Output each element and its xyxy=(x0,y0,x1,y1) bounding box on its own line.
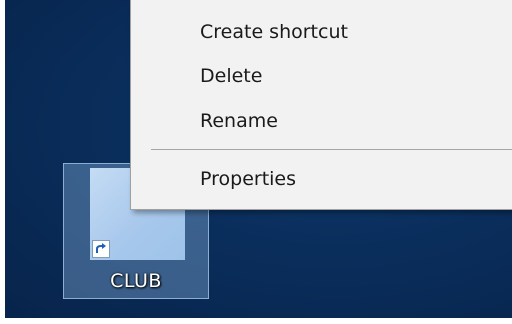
menu-separator xyxy=(151,149,512,150)
menu-item-create-shortcut[interactable]: Create shortcut xyxy=(200,17,348,47)
screenshot-border xyxy=(0,318,512,324)
shortcut-arrow-icon xyxy=(92,240,110,258)
menu-item-rename[interactable]: Rename xyxy=(200,106,278,136)
menu-item-properties[interactable]: Properties xyxy=(200,164,296,194)
context-menu: Create shortcut Delete Rename Properties xyxy=(130,0,512,210)
desktop-icon-label: CLUB xyxy=(110,270,162,292)
menu-item-delete[interactable]: Delete xyxy=(200,61,262,91)
